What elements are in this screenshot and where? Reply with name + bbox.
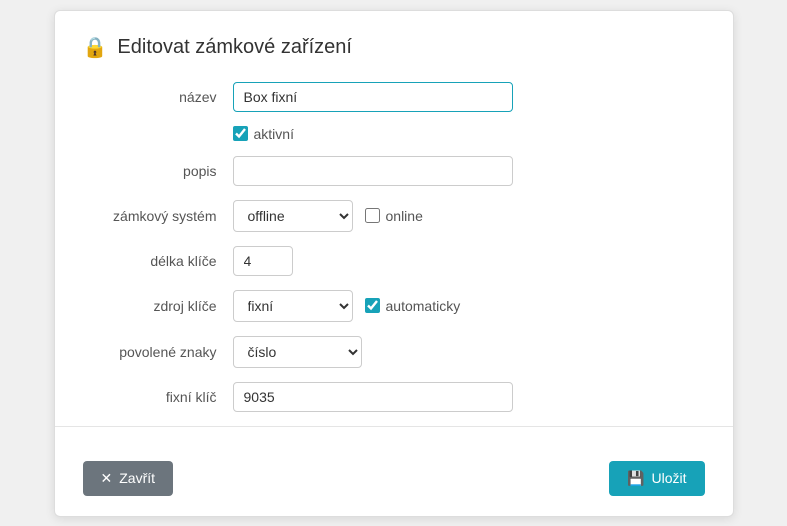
nazev-row: název (83, 82, 705, 112)
povolene-znaky-label: povolené znaky (83, 344, 233, 360)
popis-label: popis (83, 163, 233, 179)
automaticky-label[interactable]: automaticky (386, 298, 461, 314)
popis-input[interactable] (233, 156, 513, 186)
zamkovy-system-group: offline online online (233, 200, 423, 232)
footer-divider (55, 426, 733, 427)
close-label: Zavřít (119, 470, 155, 486)
aktivni-label[interactable]: aktivní (254, 126, 294, 142)
zamkovy-system-select[interactable]: offline online (233, 200, 353, 232)
save-label: Uložit (651, 470, 686, 486)
save-icon: 💾 (627, 470, 644, 487)
close-button[interactable]: ✕ Zavřít (83, 461, 174, 496)
automaticky-row: automaticky (365, 298, 461, 314)
zdroj-klice-select[interactable]: fixní náhodný (233, 290, 353, 322)
online-label[interactable]: online (386, 208, 423, 224)
delka-klice-label: délka klíče (83, 253, 233, 269)
zdroj-klice-row: zdroj klíče fixní náhodný automaticky (83, 290, 705, 322)
delka-klice-row: délka klíče (83, 246, 705, 276)
aktivni-checkbox[interactable] (233, 126, 248, 141)
lock-icon: 🔒 (83, 35, 108, 60)
delka-klice-input[interactable] (233, 246, 293, 276)
modal-footer: ✕ Zavřít 💾 Uložit (83, 449, 705, 496)
nazev-label: název (83, 89, 233, 105)
fixni-klic-input[interactable] (233, 382, 513, 412)
save-button[interactable]: 💾 Uložit (609, 461, 704, 496)
zamkovy-system-row: zámkový systém offline online online (83, 200, 705, 232)
povolene-znaky-select[interactable]: číslo písmeno alfanumerický (233, 336, 362, 368)
automaticky-checkbox[interactable] (365, 298, 380, 313)
nazev-input[interactable] (233, 82, 513, 112)
povolene-znaky-row: povolené znaky číslo písmeno alfanumeric… (83, 336, 705, 368)
modal-title: Editovat zámkové zařízení (117, 36, 352, 59)
online-row: online (365, 208, 423, 224)
online-checkbox[interactable] (365, 208, 380, 223)
close-icon: ✕ (101, 470, 113, 487)
modal-header: 🔒 Editovat zámkové zařízení (83, 35, 705, 60)
fixni-klic-row: fixní klíč (83, 382, 705, 412)
edit-modal: 🔒 Editovat zámkové zařízení název aktivn… (54, 10, 734, 517)
popis-row: popis (83, 156, 705, 186)
zdroj-klice-label: zdroj klíče (83, 298, 233, 314)
zdroj-klice-group: fixní náhodný automaticky (233, 290, 461, 322)
fixni-klic-label: fixní klíč (83, 389, 233, 405)
aktivni-row: aktivní (233, 126, 705, 142)
zamkovy-system-label: zámkový systém (83, 208, 233, 224)
